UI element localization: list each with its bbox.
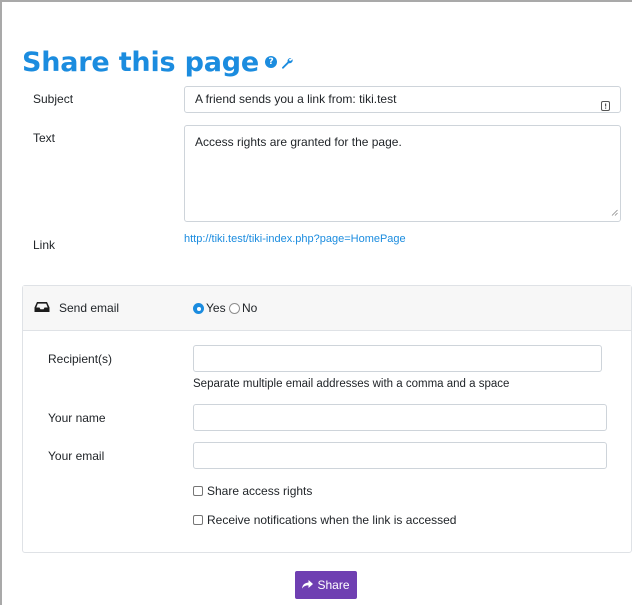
page-title: Share this page? bbox=[22, 44, 293, 83]
send-email-no-radio[interactable] bbox=[229, 303, 240, 314]
page-link[interactable]: http://tiki.test/tiki-index.php?page=Hom… bbox=[184, 233, 406, 245]
your-email-input[interactable] bbox=[193, 442, 607, 469]
send-email-no-label[interactable]: No bbox=[242, 301, 257, 315]
your-name-input[interactable] bbox=[193, 404, 607, 431]
send-email-label: Send email bbox=[59, 301, 120, 315]
recipients-input[interactable] bbox=[193, 345, 602, 372]
page-title-text: Share this page bbox=[22, 47, 259, 78]
inbox-icon bbox=[34, 301, 50, 316]
link-label: Link bbox=[33, 238, 56, 252]
recipients-help-text: Separate multiple email addresses with a… bbox=[193, 378, 510, 390]
subject-value: A friend sends you a link from: tiki.tes… bbox=[195, 92, 397, 106]
frame-left-border bbox=[0, 0, 2, 605]
notify-label[interactable]: Receive notifications when the link is a… bbox=[207, 513, 456, 527]
autofill-key-icon[interactable] bbox=[601, 95, 610, 120]
wrench-icon[interactable] bbox=[281, 42, 293, 80]
text-label: Text bbox=[33, 131, 56, 145]
recipients-label: Recipient(s) bbox=[48, 352, 113, 366]
share-button-label: Share bbox=[317, 578, 350, 592]
send-email-yes-radio[interactable] bbox=[193, 303, 204, 314]
text-textarea[interactable]: Access rights are granted for the page. bbox=[184, 125, 621, 222]
send-email-yes-label[interactable]: Yes bbox=[206, 301, 226, 315]
send-email-card: Send email Yes No Recipient(s) Separate … bbox=[22, 285, 632, 553]
notify-checkbox[interactable] bbox=[193, 515, 203, 525]
your-name-label: Your name bbox=[48, 411, 106, 425]
resize-grip-icon[interactable] bbox=[611, 205, 618, 219]
send-email-header: Send email Yes No bbox=[23, 286, 631, 331]
text-value: Access rights are granted for the page. bbox=[195, 135, 402, 149]
share-button[interactable]: Share bbox=[295, 571, 357, 599]
subject-label: Subject bbox=[33, 92, 74, 106]
share-arrow-icon bbox=[302, 578, 314, 592]
your-email-label: Your email bbox=[48, 449, 105, 463]
question-circle-icon[interactable]: ? bbox=[264, 55, 277, 68]
share-access-label[interactable]: Share access rights bbox=[207, 484, 312, 498]
subject-input[interactable]: A friend sends you a link from: tiki.tes… bbox=[184, 86, 621, 113]
frame-top-border bbox=[0, 0, 632, 2]
share-access-checkbox[interactable] bbox=[193, 486, 203, 496]
